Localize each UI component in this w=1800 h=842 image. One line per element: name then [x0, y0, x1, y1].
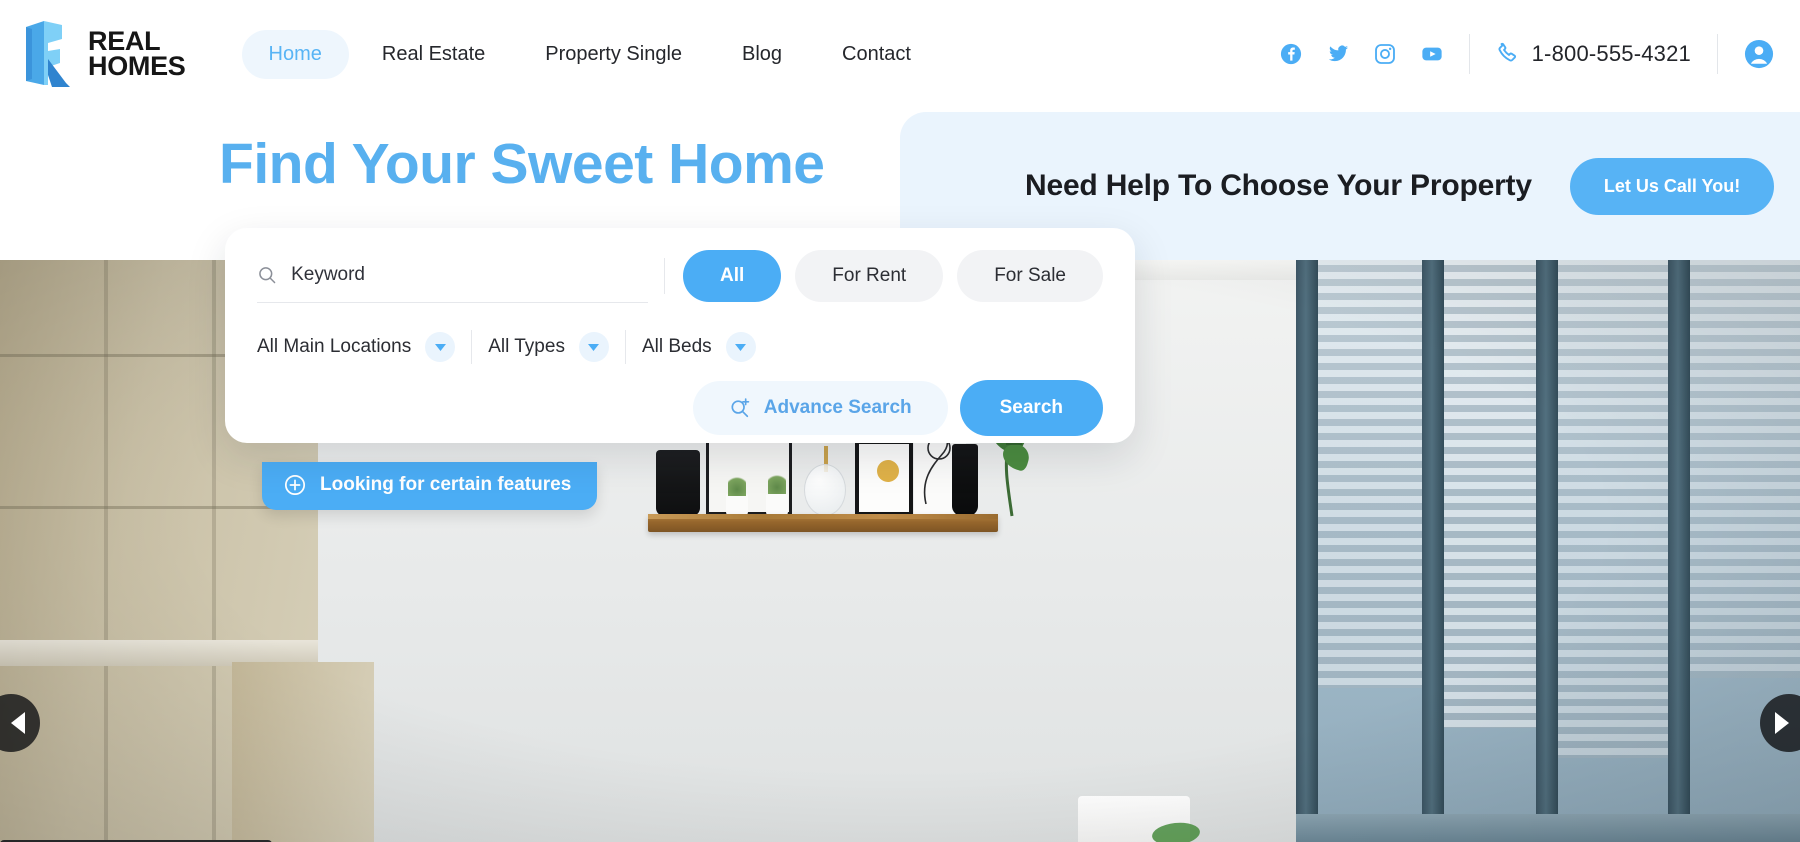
phone-link[interactable]: 1-800-555-4321 [1496, 41, 1691, 67]
photo-shelf-frame-gold [855, 440, 913, 516]
nav-item-home[interactable]: Home [241, 29, 349, 79]
real-homes-logo-icon [22, 19, 74, 89]
chevron-down-icon [425, 332, 456, 362]
search-row-keyword: All For Rent For Sale [257, 250, 1103, 312]
advance-search-button[interactable]: Advance Search [692, 381, 948, 435]
search-row-filters: All Main Locations All Types All Beds [257, 330, 1103, 364]
chevron-down-icon [578, 332, 609, 362]
search-divider [664, 258, 665, 294]
keyword-field[interactable] [257, 263, 649, 303]
let-us-call-you-button[interactable]: Let Us Call You! [1569, 157, 1775, 215]
nav-item-contact[interactable]: Contact [815, 30, 938, 79]
photo-window-sill [1296, 814, 1800, 842]
header-divider-2 [1717, 34, 1718, 74]
header-right: 1-800-555-4321 [1280, 34, 1774, 74]
chevron-left-icon [11, 712, 25, 734]
facebook-icon[interactable] [1280, 43, 1302, 65]
logo[interactable]: REAL HOMES [22, 19, 186, 89]
filter-divider-1 [471, 330, 473, 364]
account-avatar-icon[interactable] [1744, 39, 1774, 69]
logo-text-line2: HOMES [88, 51, 186, 81]
nav-item-property-single[interactable]: Property Single [518, 30, 709, 79]
page-title: Find Your Sweet Home [219, 132, 825, 196]
nav-item-real-estate[interactable]: Real Estate [355, 30, 512, 79]
instagram-icon[interactable] [1374, 43, 1396, 65]
listing-type-tabs: All For Rent For Sale [682, 250, 1103, 302]
logo-text: REAL HOMES [88, 28, 186, 81]
features-badge-label: Looking for certain features [320, 474, 572, 495]
types-select[interactable]: All Types [488, 332, 609, 362]
youtube-icon[interactable] [1421, 43, 1443, 65]
header-divider-1 [1468, 34, 1470, 74]
social-links [1280, 43, 1443, 65]
photo-shelf-vase [656, 450, 700, 516]
photo-shelf-vase-2 [952, 444, 978, 516]
photo-floating-shelf [648, 514, 998, 532]
types-select-label: All Types [488, 336, 565, 357]
search-button[interactable]: Search [959, 380, 1103, 436]
photo-tall-plant [1098, 768, 1298, 842]
phone-number: 1-800-555-4321 [1531, 41, 1691, 66]
plus-circle-icon [284, 474, 306, 496]
tab-all[interactable]: All [682, 250, 782, 302]
looking-for-features-badge[interactable]: Looking for certain features [262, 462, 598, 510]
photo-shelf-glass [804, 464, 846, 516]
tab-for-rent[interactable]: For Rent [795, 250, 944, 302]
search-icon [259, 266, 276, 283]
phone-icon [1498, 42, 1516, 62]
photo-island [232, 662, 374, 842]
search-plus-icon [731, 398, 750, 418]
locations-select[interactable]: All Main Locations [257, 332, 456, 362]
tab-for-sale[interactable]: For Sale [957, 250, 1103, 302]
locations-select-label: All Main Locations [257, 336, 412, 357]
search-input[interactable] [291, 263, 649, 286]
advance-search-label: Advance Search [763, 397, 912, 418]
main-nav: Home Real Estate Property Single Blog Co… [241, 29, 938, 79]
filter-divider-2 [624, 330, 626, 364]
cta-heading: Need Help To Choose Your Property [1025, 169, 1532, 202]
site-header: REAL HOMES Home Real Estate Property Sin… [0, 0, 1800, 108]
chevron-down-icon [725, 332, 756, 362]
search-row-actions: Advance Search Search [257, 380, 1103, 436]
chevron-right-icon [1775, 712, 1789, 734]
beds-select-label: All Beds [641, 336, 712, 357]
nav-item-blog[interactable]: Blog [715, 30, 809, 79]
twitter-icon[interactable] [1327, 43, 1349, 65]
beds-select[interactable]: All Beds [642, 332, 756, 362]
property-search-card: All For Rent For Sale All Main Locations… [225, 228, 1135, 443]
